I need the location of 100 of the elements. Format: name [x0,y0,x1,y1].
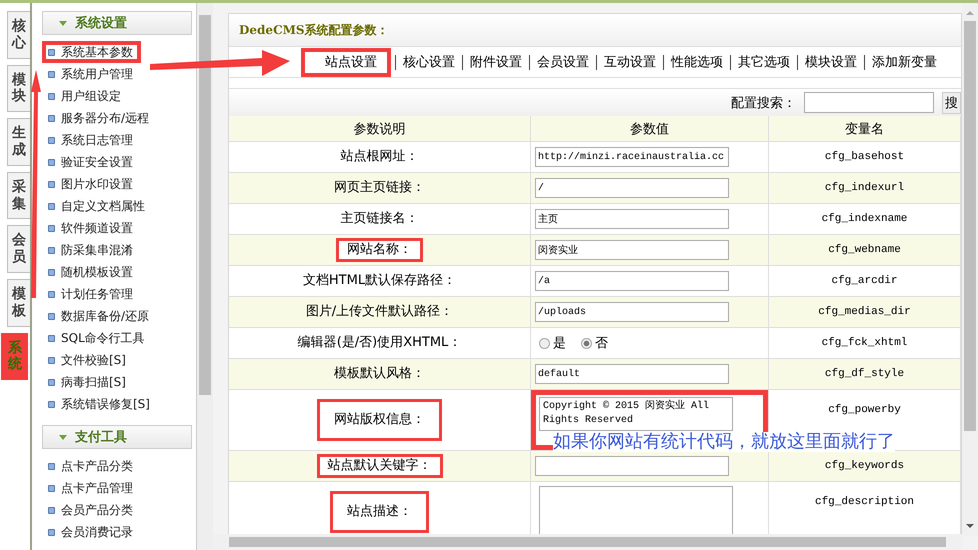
bullet-icon [48,462,55,470]
parameter-label: 网站版权信息： [317,399,442,441]
variable-name: cfg_df_style [824,368,904,380]
scrollbar[interactable] [196,3,213,550]
menu-item-label: 验证安全设置 [61,154,133,170]
tab[interactable]: 会员设置 [529,54,596,70]
tab[interactable]: 添加新变量 [864,54,944,70]
value-field[interactable]: 主页 [535,209,729,229]
tab[interactable]: 附件设置 [462,54,529,70]
side-tab[interactable]: 模板 [7,278,30,327]
tab[interactable]: 其它选项 [730,54,797,70]
menu-item[interactable]: 软件频道设置 [42,217,141,239]
menu-item-label: 会员产品分类 [61,502,133,518]
menu-item[interactable]: 随机模板设置 [42,261,141,283]
side-tab[interactable]: 生成 [7,118,30,166]
menu-item[interactable]: 用户组设定 [42,85,129,107]
menu-item-label: 病毒扫描[S] [61,374,126,390]
parameter-label: 图片/上传文件默认路径： [304,303,454,321]
menu-group-header[interactable]: 系统设置 [42,11,192,35]
tab[interactable]: 模块设置 [797,54,864,70]
menu-item[interactable]: 计划任务管理 [42,283,141,305]
parameter-label: 文档HTML默认保存路径： [302,272,458,290]
menu-item[interactable]: 病毒扫描[S] [42,371,134,393]
menu-item-label: 服务器分布/远程 [61,110,150,126]
menu-item[interactable]: 自定义文档属性 [42,195,153,217]
menu-item[interactable]: 图片水印设置 [42,173,141,195]
caret-icon [59,20,67,26]
menu-item[interactable]: SQL命令行工具 [42,327,153,349]
column-header: 变量名 [769,116,961,142]
menu-item[interactable]: 系统日志管理 [42,129,141,151]
side-tab[interactable]: 模块 [7,64,30,112]
bullet-icon [48,48,55,56]
menu-item-label: 点卡产品分类 [61,458,133,474]
parameter-label: 网页主页链接： [333,179,426,197]
bullet-icon [48,136,55,144]
menu-item[interactable]: 点卡产品管理 [42,477,141,499]
value-field[interactable]: /a [535,271,729,291]
bullet-icon [48,290,55,298]
value-field[interactable] [535,456,729,476]
menu-item-label: SQL命令行工具 [61,330,145,346]
variable-name: cfg_arcdir [831,275,898,287]
bullet-icon [48,92,55,100]
column-header: 参数值 [531,116,769,142]
menu-item-label: 点卡产品管理 [61,480,133,496]
value-field[interactable]: /uploads [535,302,729,322]
menu-group-title: 支付工具 [75,429,127,446]
variable-name: cfg_description [814,496,914,508]
bullet-icon [48,114,55,122]
text-area[interactable]: Copyright © 2015 闵资实业 All Rights Reserved [539,397,733,431]
menu-group-title: 系统设置 [75,14,127,32]
tab[interactable]: 性能选项 [663,54,730,70]
tab[interactable]: 互动设置 [596,54,663,70]
menu-item[interactable]: 系统错误修复[S] [42,393,158,415]
menu-item[interactable]: 系统用户管理 [42,63,141,85]
radio-button[interactable] [581,338,592,348]
menu-item[interactable]: 会员产品分类 [42,499,141,521]
value-field[interactable]: default [535,364,729,384]
annotation-note: 如果你网站有统计代码，就放这里面就行了 [553,432,895,452]
search-button[interactable]: 搜 [942,92,961,114]
menu-item[interactable]: 系统基本参数 [42,41,141,63]
variable-name: cfg_keywords [824,460,904,472]
side-tab[interactable]: 核心 [7,11,30,59]
variable-name: cfg_webname [828,244,901,256]
tab[interactable]: 核心设置 [395,54,462,70]
bullet-icon [48,312,55,320]
menu-item[interactable]: 会员消费记录 [42,521,141,543]
bullet-icon [48,180,55,188]
menu-item[interactable]: 数据库备份/还原 [42,305,158,327]
radio-label: 否 [595,335,608,352]
parameter-label: 编辑器(是/否)使用XHTML： [296,334,462,352]
menu-item-label: 图片水印设置 [61,176,133,192]
menu-item[interactable]: 验证安全设置 [42,151,141,173]
bullet-icon [48,334,55,342]
search-label: 配置搜索： [731,94,796,112]
parameter-label: 模板默认风格： [333,365,426,383]
parameter-label: 站点根网址： [340,148,420,166]
side-tab[interactable]: 采集 [7,172,30,220]
variable-name: cfg_powerby [828,404,901,416]
variable-name: cfg_medias_dir [818,306,911,318]
search-field[interactable] [804,92,934,113]
value-field[interactable]: / [535,178,729,198]
menu-item[interactable]: 点卡产品分类 [42,455,141,477]
menu-item-label: 数据库备份/还原 [61,308,150,324]
side-tab[interactable]: 会员 [7,225,30,273]
menu-group-header[interactable]: 支付工具 [42,425,192,449]
menu-item-label: 系统基本参数 [61,44,133,60]
bullet-icon [48,528,55,536]
value-field[interactable]: 闵资实业 [535,240,729,260]
bullet-icon [48,484,55,492]
tab[interactable]: 站点设置 [301,48,391,76]
menu-item-label: 文件校验[S] [61,352,126,368]
bullet-icon [48,378,55,386]
menu-item[interactable]: 防采集串混淆 [42,239,141,261]
menu-item[interactable]: 文件校验[S] [42,349,134,371]
value-field[interactable]: http://minzi.raceinaustralia.cc [535,147,729,167]
text-area[interactable] [539,486,733,534]
menu-item[interactable]: 服务器分布/远程 [42,107,158,129]
parameter-label: 站点描述： [330,491,429,533]
menu-item-label: 会员消费记录 [61,524,133,540]
radio-button[interactable] [539,338,550,348]
